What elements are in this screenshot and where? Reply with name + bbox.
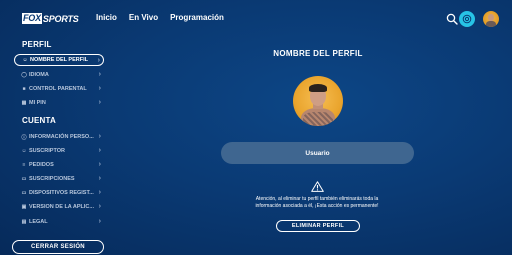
delete-warning-text: Atención, al eliminar tu perfil también … (232, 196, 402, 210)
warning-icon (311, 181, 324, 192)
warning-line-1: Atención, al eliminar tu perfil también … (255, 196, 379, 202)
sidebar-item-label: MI PIN (29, 100, 46, 106)
sidebar-item-version[interactable]: ▣ VERSION DE LA APLIC... › (14, 201, 104, 213)
person-icon: ☺ (21, 148, 27, 154)
logo-box: FOX (22, 13, 42, 24)
sidebar-item-label: CONTROL PARENTAL (29, 86, 87, 92)
chevron-right-icon: › (98, 133, 101, 140)
person-icon: ☺ (22, 57, 28, 63)
username-field[interactable]: Usuario (221, 142, 414, 164)
chevron-right-icon: › (98, 99, 101, 106)
help-button[interactable] (459, 11, 475, 27)
chevron-right-icon: › (98, 161, 101, 168)
sidebar-item-label: DISPOSITIVOS REGIST... (29, 190, 94, 196)
sidebar-item-label: INFORMACIÓN PERSO... (29, 134, 94, 140)
sidebar-item-suscripciones[interactable]: ▭ SUSCRIPCIONES › (14, 173, 104, 185)
section-title-perfil: PERFIL (22, 40, 52, 49)
sidebar-item-legal[interactable]: ▤ LEGAL › (14, 216, 104, 228)
app-icon: ▣ (21, 204, 27, 210)
sidebar-item-informacion-personal[interactable]: ⓘ INFORMACIÓN PERSO... › (14, 131, 104, 143)
nav-programacion[interactable]: Programación (170, 13, 224, 22)
document-icon: ▤ (21, 219, 27, 225)
card-icon: ▭ (21, 176, 27, 182)
sidebar-item-label: NOMBRE DEL PERFIL (30, 57, 88, 63)
avatar[interactable] (483, 11, 499, 27)
main-nav: Inicio En Vivo Programación (96, 13, 224, 22)
list-icon: ≡ (22, 162, 26, 168)
info-icon: ⓘ (21, 134, 27, 141)
sidebar-item-nombre-del-perfil[interactable]: ☺ NOMBRE DEL PERFIL › (14, 54, 104, 66)
top-bar: FOX SPORTS Inicio En Vivo Programación (0, 0, 512, 36)
chevron-right-icon: › (98, 189, 101, 196)
logo-text: SPORTS (42, 13, 79, 24)
chevron-right-icon: › (98, 85, 101, 92)
sidebar-item-label: PEDIDOS (29, 162, 54, 168)
sidebar-item-label: SUSCRIPTOR (29, 148, 65, 154)
sidebar-item-pedidos[interactable]: ≡ PEDIDOS › (14, 159, 104, 171)
sidebar-item-idioma[interactable]: ◯ IDIOMA › (14, 69, 104, 81)
section-title-cuenta: CUENTA (22, 116, 56, 125)
warning-line-2: información asociada a él, ¡Esta acción … (255, 203, 379, 209)
sidebar-item-dispositivos[interactable]: ▭ DISPOSITIVOS REGIST... › (14, 187, 104, 199)
chevron-right-icon: › (98, 218, 101, 225)
globe-icon: ◯ (21, 72, 27, 78)
chevron-right-icon: › (98, 203, 101, 210)
sidebar-item-label: IDIOMA (29, 72, 49, 78)
device-icon: ▭ (21, 190, 27, 196)
chevron-right-icon: › (98, 71, 101, 78)
chevron-right-icon: › (98, 147, 101, 154)
sidebar-item-mi-pin[interactable]: ▦ MI PIN › (14, 97, 104, 109)
chevron-right-icon: › (98, 175, 101, 182)
chevron-right-icon: › (97, 57, 100, 64)
sidebar-item-suscriptor[interactable]: ☺ SUSCRIPTOR › (14, 145, 104, 157)
profile-avatar[interactable] (293, 76, 343, 126)
fox-sports-logo[interactable]: FOX SPORTS (22, 13, 79, 24)
search-icon[interactable] (446, 13, 458, 25)
help-icon (462, 14, 472, 24)
sidebar: PERFIL ☺ NOMBRE DEL PERFIL › ◯ IDIOMA › … (0, 36, 112, 255)
sidebar-item-control-parental[interactable]: ■ CONTROL PARENTAL › (14, 83, 104, 95)
delete-profile-button[interactable]: ELIMINAR PERFIL (276, 220, 360, 232)
nav-en-vivo[interactable]: En Vivo (129, 13, 158, 22)
lock-icon: ■ (22, 86, 26, 92)
sidebar-item-label: LEGAL (29, 219, 48, 225)
nav-inicio[interactable]: Inicio (96, 13, 117, 22)
page-title: NOMBRE DEL PERFIL (273, 49, 363, 58)
pin-icon: ▦ (21, 100, 27, 106)
sidebar-item-label: VERSION DE LA APLIC... (29, 204, 94, 210)
sidebar-item-label: SUSCRIPCIONES (29, 176, 75, 182)
logout-button[interactable]: CERRAR SESIÓN (12, 240, 104, 254)
